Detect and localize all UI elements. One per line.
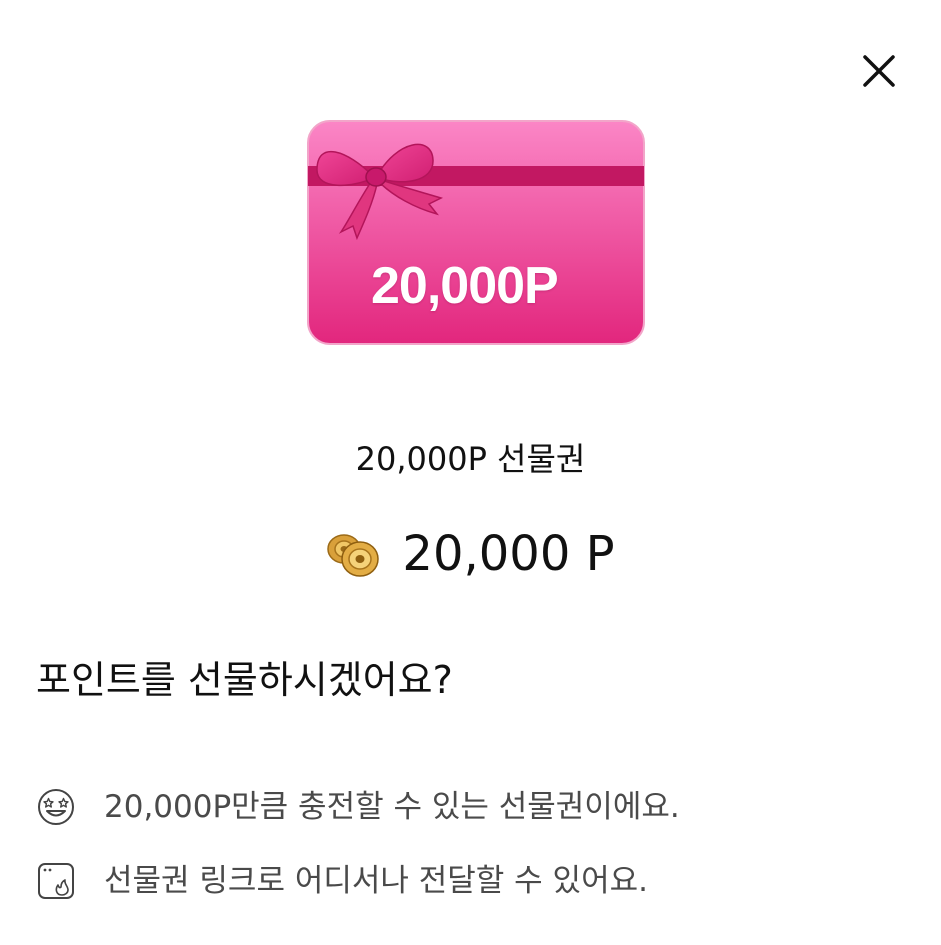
close-icon xyxy=(863,55,895,87)
info-item-charge: 20,000P만큼 충전할 수 있는 선물권이에요. xyxy=(36,782,680,832)
info-text-charge: 20,000P만큼 충전할 수 있는 선물권이에요. xyxy=(104,789,680,825)
product-name: 20,000P 선물권 xyxy=(355,440,586,478)
confirm-question: 포인트를 선물하시겠어요? xyxy=(36,658,453,702)
window-fire-icon xyxy=(38,863,74,899)
close-button[interactable] xyxy=(852,44,906,98)
price-row: 20,000 P xyxy=(0,522,941,586)
card-amount-label: 20,000P xyxy=(371,257,559,315)
star-eyes-emoji-icon xyxy=(38,789,74,825)
price-value: 20,000 P xyxy=(402,526,615,582)
info-text-share: 선물권 링크로 어디서나 전달할 수 있어요. xyxy=(104,863,648,899)
gift-card-image: 20,000P xyxy=(307,120,645,345)
coin-stack-icon xyxy=(327,534,380,577)
info-item-share: 선물권 링크로 어디서나 전달할 수 있어요. xyxy=(36,856,648,906)
